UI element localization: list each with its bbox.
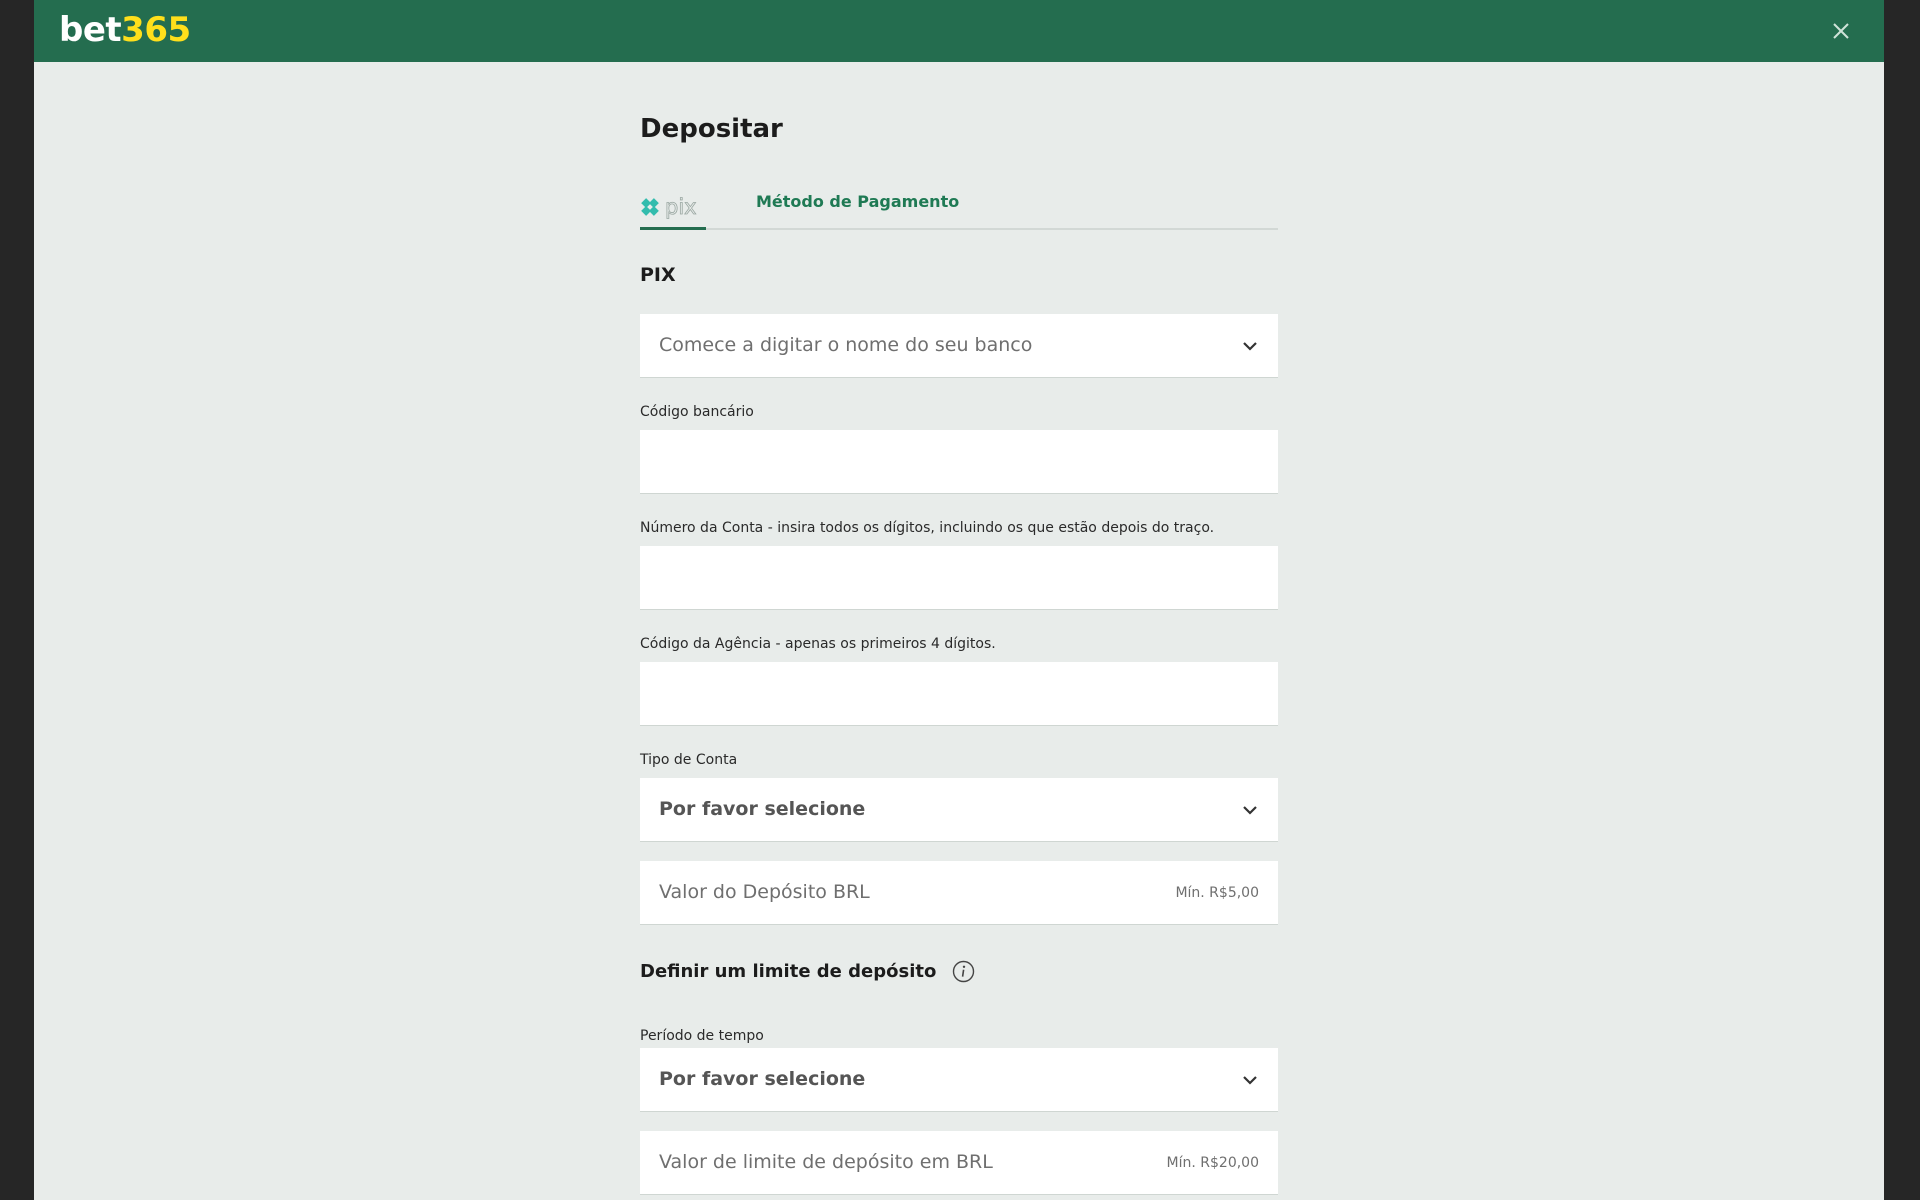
deposit-limit-amount-input[interactable]: Valor de limite de depósito em BRL Mín. … (640, 1131, 1278, 1195)
account-number-label: Número da Conta - insira todos os dígito… (640, 520, 1215, 536)
pix-section-title: PIX (640, 264, 676, 286)
account-type-label: Tipo de Conta (640, 752, 738, 768)
chevron-down-icon (1243, 806, 1257, 815)
close-button[interactable] (1828, 18, 1854, 44)
deposit-amount-input[interactable]: Valor do Depósito BRL Mín. R$5,00 (640, 861, 1278, 925)
bank-code-input[interactable] (640, 430, 1278, 494)
logo-text-bet: bet (59, 10, 122, 50)
bank-code-field[interactable] (640, 430, 1278, 493)
close-icon (1833, 23, 1849, 39)
deposit-limit-amount-placeholder: Valor de limite de depósito em BRL (659, 1151, 993, 1173)
bank-select[interactable]: Comece a digitar o nome do seu banco (640, 314, 1278, 378)
account-type-value: Por favor selecione (659, 798, 866, 820)
account-number-input[interactable] (640, 546, 1278, 610)
account-number-field[interactable] (640, 546, 1278, 609)
logo-text-365: 365 (121, 10, 191, 50)
page-title: Depositar (640, 114, 783, 144)
bank-code-label: Código bancário (640, 404, 754, 420)
time-period-select[interactable]: Por favor selecione (640, 1048, 1278, 1112)
info-icon[interactable] (952, 960, 975, 983)
agency-code-label: Código da Agência - apenas os primeiros … (640, 636, 996, 652)
deposit-limit-amount-min: Mín. R$20,00 (1166, 1155, 1259, 1171)
deposit-amount-min: Mín. R$5,00 (1175, 885, 1259, 901)
pix-logo-icon: pix (641, 195, 697, 219)
agency-code-input[interactable] (640, 662, 1278, 726)
time-period-label: Período de tempo (640, 1028, 764, 1044)
tab-payment-method[interactable]: Método de Pagamento (756, 192, 959, 211)
tab-pix[interactable]: pix (640, 192, 706, 230)
time-period-value: Por favor selecione (659, 1068, 866, 1090)
deposit-modal: bet365 Depositar pix Método de Pagamento… (34, 0, 1884, 1200)
payment-tabs: pix Método de Pagamento (640, 192, 1278, 230)
deposit-amount-placeholder: Valor do Depósito BRL (659, 881, 870, 903)
pix-logo-text: pix (665, 195, 697, 219)
chevron-down-icon (1243, 342, 1257, 351)
deposit-limit-heading: Definir um limite de depósito (640, 961, 937, 982)
bet365-logo: bet365 (59, 10, 191, 50)
header-bar: bet365 (34, 0, 1884, 62)
chevron-down-icon (1243, 1076, 1257, 1085)
account-type-select[interactable]: Por favor selecione (640, 778, 1278, 842)
agency-code-field[interactable] (640, 662, 1278, 725)
bank-select-placeholder: Comece a digitar o nome do seu banco (659, 334, 1033, 356)
